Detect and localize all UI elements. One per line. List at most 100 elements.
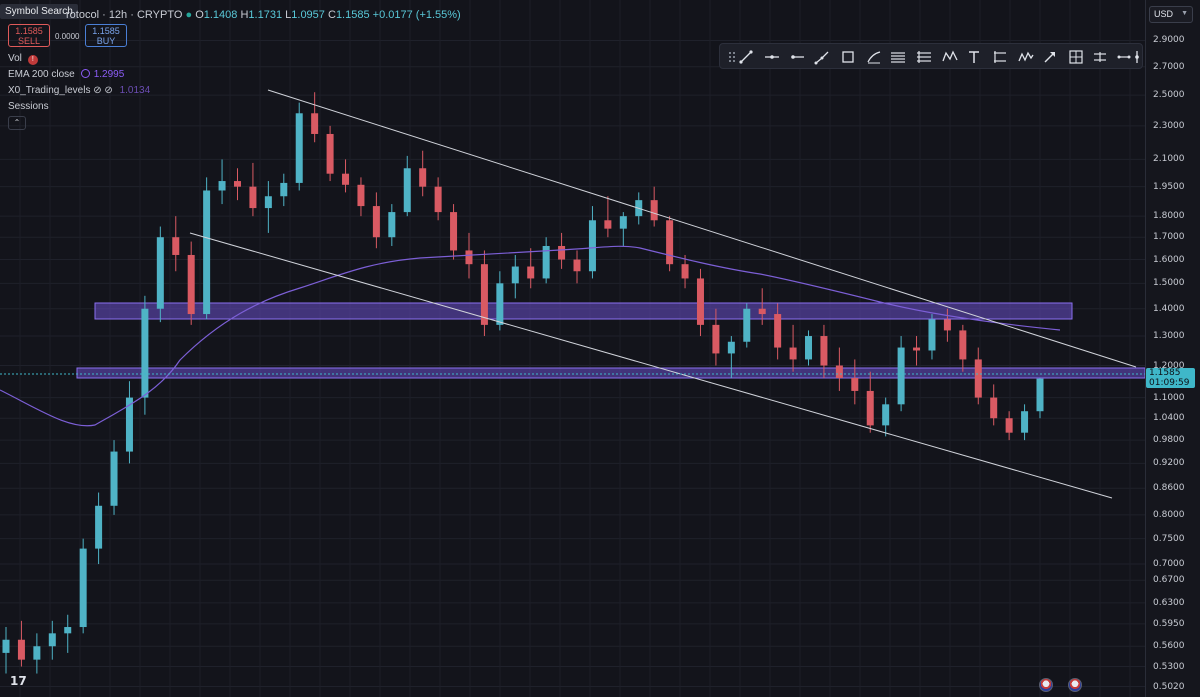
candle — [280, 173, 288, 207]
candle-body — [789, 347, 797, 360]
candle — [326, 125, 334, 182]
us-flag-event-icon[interactable] — [1068, 678, 1082, 692]
currency-select[interactable]: USD ▼ — [1149, 6, 1193, 23]
candle-body — [450, 212, 458, 251]
candle — [95, 492, 103, 565]
horizontal-line-icon[interactable] — [764, 49, 780, 65]
fib-extension-icon[interactable] — [916, 49, 932, 65]
candle — [64, 614, 72, 653]
measure-icon[interactable] — [1116, 49, 1132, 65]
price-chart[interactable] — [0, 0, 1145, 697]
open-value: 1.1408 — [203, 9, 238, 21]
price-tick-label: 0.8600 — [1153, 483, 1185, 494]
chart-canvas[interactable] — [0, 0, 1145, 697]
date-price-range-icon[interactable] — [1092, 49, 1108, 65]
buy-price: 1.1585 — [92, 26, 120, 36]
candle — [372, 192, 380, 249]
market-status-icon: ● — [185, 9, 193, 21]
candle-body — [851, 378, 859, 391]
rectangle-icon[interactable] — [840, 49, 856, 65]
candle — [156, 226, 164, 323]
candle-body — [372, 206, 380, 238]
candle — [743, 303, 751, 348]
candle-body — [974, 359, 982, 398]
horizontal-ray-icon[interactable] — [789, 49, 805, 65]
tradingview-logo[interactable]: 17 — [10, 674, 27, 688]
elliott-wave-icon[interactable] — [1018, 49, 1034, 65]
candle-body — [249, 186, 257, 209]
indicator-ema-label: EMA 200 close — [8, 69, 75, 80]
gann-box-icon[interactable] — [1068, 49, 1084, 65]
candle-body — [33, 646, 41, 660]
candle — [79, 538, 87, 634]
candle — [696, 268, 704, 337]
interval-label[interactable]: 12h — [109, 9, 127, 21]
text-icon[interactable] — [966, 49, 982, 65]
candle-body — [156, 237, 164, 309]
hidden-icon[interactable]: ⊘ ⊘ — [93, 85, 113, 96]
visibility-icon[interactable] — [80, 69, 90, 78]
symbol-name[interactable]: rotocol — [66, 9, 99, 21]
candle — [1005, 411, 1013, 441]
candle-body — [866, 390, 874, 426]
candle — [480, 250, 488, 337]
pin-icon[interactable] — [1132, 49, 1142, 65]
indicator-xo-label: X0_Trading_levels — [8, 85, 91, 96]
xabcd-pattern-icon[interactable] — [942, 49, 958, 65]
candle-body — [820, 336, 828, 366]
price-axis[interactable]: 2.9000 2.7000 2.5000 2.3000 2.1000 1.9500 1.80… — [1145, 0, 1200, 697]
candle-body — [527, 266, 535, 279]
candle-body — [48, 633, 56, 647]
candle — [650, 186, 658, 227]
indicator-xo-value: 1.0134 — [119, 85, 151, 96]
buy-button[interactable]: 1.1585 BUY — [85, 24, 127, 47]
candle-body — [696, 278, 704, 325]
candle-body — [758, 308, 766, 315]
candle-body — [403, 168, 411, 213]
candle — [974, 347, 982, 405]
candle-body — [1005, 418, 1013, 433]
arrow-icon[interactable] — [1042, 49, 1058, 65]
candle-body — [280, 182, 288, 197]
high-value: 1.1731 — [248, 9, 283, 21]
candle-body — [928, 319, 936, 351]
candle — [959, 324, 967, 372]
fib-retracement-icon[interactable] — [890, 49, 906, 65]
candle-body — [264, 196, 272, 209]
collapse-indicators-button[interactable]: ⌃ — [8, 116, 26, 130]
indicator-vol[interactable]: Vol! — [8, 53, 38, 65]
resistance-zone — [94, 302, 1073, 320]
candle — [789, 324, 797, 372]
candle-body — [342, 173, 350, 185]
candle — [882, 397, 890, 437]
candle-body — [95, 505, 103, 549]
price-tick-label: 1.1000 — [1153, 392, 1185, 403]
candle — [203, 177, 211, 320]
us-flag-event-icon[interactable] — [1039, 678, 1053, 692]
close-label: C — [327, 9, 336, 21]
sell-button[interactable]: 1.1585 SELL — [8, 24, 50, 47]
candle — [619, 212, 627, 246]
trend-line-icon[interactable] — [738, 49, 754, 65]
currency-label: USD — [1154, 9, 1174, 19]
candle-body — [666, 220, 674, 265]
price-tick-label: 1.4000 — [1153, 303, 1185, 314]
candle-body — [943, 319, 951, 331]
indicator-sessions[interactable]: Sessions — [8, 101, 49, 112]
candle — [450, 204, 458, 260]
indicator-ema[interactable]: EMA 200 close 1.2995 — [8, 69, 124, 80]
candle-body — [110, 451, 118, 506]
price-tick-label: 2.1000 — [1153, 154, 1185, 165]
candle — [573, 250, 581, 284]
brush-icon[interactable] — [866, 49, 882, 65]
long-position-icon[interactable] — [992, 49, 1008, 65]
candle — [666, 216, 674, 272]
trend-angle-icon[interactable] — [814, 49, 830, 65]
candle-series — [2, 92, 1044, 674]
indicator-xo-trading-levels[interactable]: X0_Trading_levels ⊘ ⊘ 1.0134 — [8, 85, 150, 96]
price-tick-label: 0.9800 — [1153, 435, 1185, 446]
symbol-header: rotocol · 12h · CRYPTO ● O1.1408 H1.1731… — [66, 9, 461, 21]
candle — [311, 92, 319, 143]
warning-icon[interactable]: ! — [27, 55, 38, 65]
candle-body — [465, 250, 473, 265]
